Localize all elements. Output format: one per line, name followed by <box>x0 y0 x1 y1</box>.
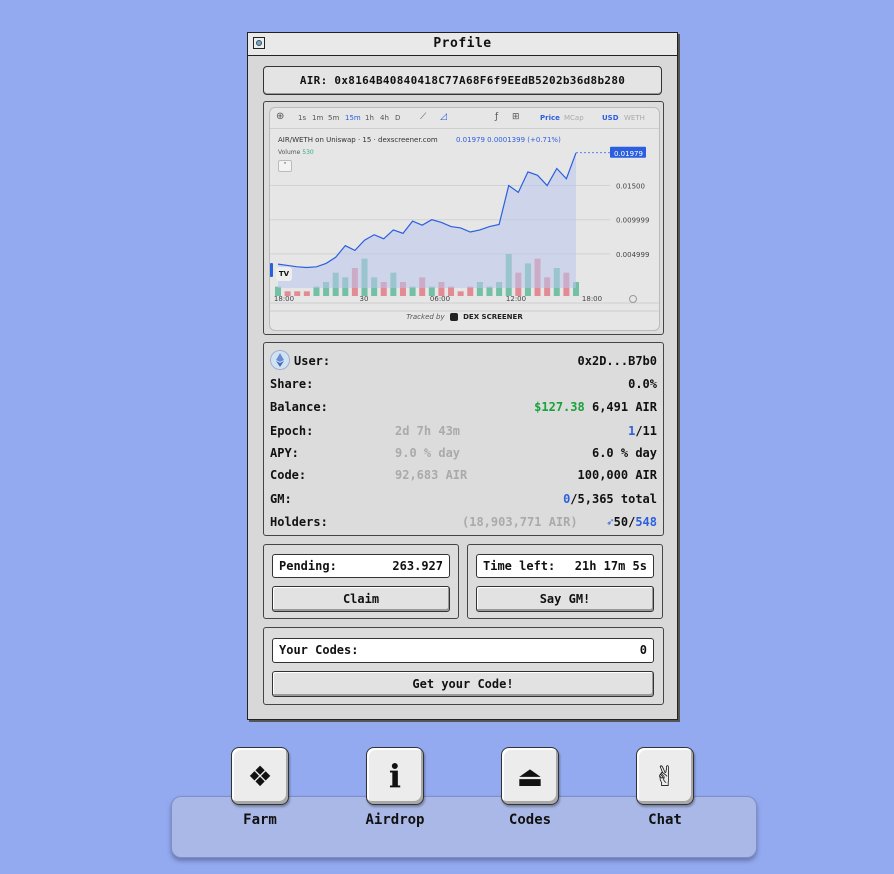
dock-item-airdrop[interactable]: i Airdrop <box>364 747 426 828</box>
profile-window: Profile AIR: 0x8164B40840418C77A68F6f9EE… <box>247 32 678 720</box>
window-title: Profile <box>433 36 492 51</box>
y-tick-2: 0.004999 <box>616 251 649 259</box>
row-share: Share: 0.0% <box>270 375 657 395</box>
claim-button[interactable]: Claim <box>272 586 450 612</box>
pending-value: 263.927 <box>392 559 443 573</box>
title-bar: Profile <box>248 33 677 56</box>
balance-value: $127.38 6,491 AIR <box>534 400 657 414</box>
timeleft-panel: Time left: 21h 17m 5s Say GM! <box>467 544 663 619</box>
dexscreener-attribution: Tracked by DEX SCREENER <box>406 313 523 321</box>
row-code: Code: 92,683 AIR 100,000 AIR <box>270 466 657 486</box>
x-tick-0: 18:00 <box>274 295 294 303</box>
pending-field: Pending: 263.927 <box>272 554 450 578</box>
apy-value: 6.0 % day <box>591 446 657 460</box>
your-codes-field: Your Codes: 0 <box>272 638 654 663</box>
share-label: Share: <box>270 377 314 391</box>
code-previous: 92,683 AIR <box>395 468 468 482</box>
volume-bar-22 <box>486 286 493 296</box>
volume-bar-2 <box>294 291 301 296</box>
epoch-value: 1/11 <box>628 424 657 438</box>
balance-label: Balance: <box>270 400 328 414</box>
holders-label: Holders: <box>270 515 328 529</box>
eject-icon[interactable]: ⏏ <box>501 747 559 805</box>
volume-bar-4 <box>313 286 320 296</box>
epoch-label: Epoch: <box>270 424 314 438</box>
current-price-label: 0.01979 <box>614 150 643 158</box>
your-codes-value: 0 <box>639 643 647 657</box>
epoch-countdown: 2d 7h 43m <box>395 424 461 438</box>
dock-item-codes[interactable]: ⏏ Codes <box>499 747 561 828</box>
diamond-grid-icon[interactable]: ❖ <box>231 747 289 805</box>
code-value: 100,000 AIR <box>577 468 657 482</box>
x-tick-3: 12:00 <box>506 295 526 303</box>
price-scale-handle <box>270 263 273 277</box>
volume-bar-19 <box>457 291 464 296</box>
dock-label-chat: Chat <box>648 812 682 828</box>
x-tick-2: 06:00 <box>430 295 450 303</box>
user-info-panel: User: 0x2D...B7b0 Share: 0.0% Balance: $… <box>263 342 664 536</box>
dock-label-airdrop: Airdrop <box>365 812 425 828</box>
row-user: User: 0x2D...B7b0 <box>270 350 657 372</box>
code-label: Code: <box>270 468 307 482</box>
gm-value: 0/5,365 total <box>563 492 657 506</box>
pending-panel: Pending: 263.927 Claim <box>263 544 459 619</box>
row-gm: GM: 0/5,365 total <box>270 490 657 510</box>
tradingview-logo: TV <box>276 267 292 281</box>
gm-label: GM: <box>270 492 292 506</box>
volume-bar-14 <box>409 286 416 296</box>
row-epoch: Epoch: 2d 7h 43m 1/11 <box>270 422 657 442</box>
apy-label: APY: <box>270 446 299 460</box>
rocket-icon: ➶ <box>606 515 614 529</box>
volume-bar-20 <box>467 286 474 296</box>
dexscreener-logo-icon <box>449 313 458 321</box>
dock-item-farm[interactable]: ❖ Farm <box>229 747 291 828</box>
y-tick-1: 0.009999 <box>616 217 649 225</box>
x-tick-4: 18:00 <box>582 295 602 303</box>
volume-bar-3 <box>303 291 310 296</box>
holders-value: ➶50/548 <box>606 515 657 529</box>
info-icon[interactable]: i <box>366 747 424 805</box>
codes-panel: Your Codes: 0 Get your Code! <box>263 627 664 705</box>
row-apy: APY: 9.0 % day 6.0 % day <box>270 444 657 464</box>
share-value: 0.0% <box>628 377 657 391</box>
apy-previous: 9.0 % day <box>395 446 461 460</box>
balance-usd: $127.38 <box>534 400 585 414</box>
price-chart[interactable]: ⊕ 1s 1m 5m 15m 1h 4h D ⟋ ◿ ƒ ⊞ Price MCa… <box>269 107 660 331</box>
user-value: 0x2D...B7b0 <box>577 354 657 368</box>
timeleft-value: 21h 17m 5s <box>574 559 647 573</box>
holders-amount: (18,903,771 AIR) <box>462 515 578 529</box>
token-address[interactable]: AIR: 0x8164B40840418C77A68F6f9EEdB5202b3… <box>263 66 662 95</box>
chart-canvas: 0.01500 0.009999 0.004999 0.01979 18:00 30 06:… <box>270 146 659 312</box>
user-label: User: <box>294 354 331 368</box>
row-holders: Holders: (18,903,771 AIR) ➶50/548 <box>270 513 657 533</box>
dock-label-farm: Farm <box>243 812 277 828</box>
get-your-code-button[interactable]: Get your Code! <box>272 671 654 697</box>
balance-air: 6,491 AIR <box>591 400 657 414</box>
dock-label-codes: Codes <box>508 812 552 828</box>
say-gm-button[interactable]: Say GM! <box>476 586 654 612</box>
x-tick-1: 30 <box>360 295 369 303</box>
price-chart-panel: ⊕ 1s 1m 5m 15m 1h 4h D ⟋ ◿ ƒ ⊞ Price MCa… <box>263 101 664 335</box>
peace-hand-icon[interactable]: ✌ <box>636 747 694 805</box>
ethereum-icon <box>270 350 290 370</box>
chart-settings-icon <box>629 295 637 303</box>
row-balance: Balance: $127.38 6,491 AIR <box>270 398 657 418</box>
dock-item-chat[interactable]: ✌ Chat <box>634 747 696 828</box>
timeleft-field: Time left: 21h 17m 5s <box>476 554 654 578</box>
y-tick-0: 0.01500 <box>616 183 645 191</box>
